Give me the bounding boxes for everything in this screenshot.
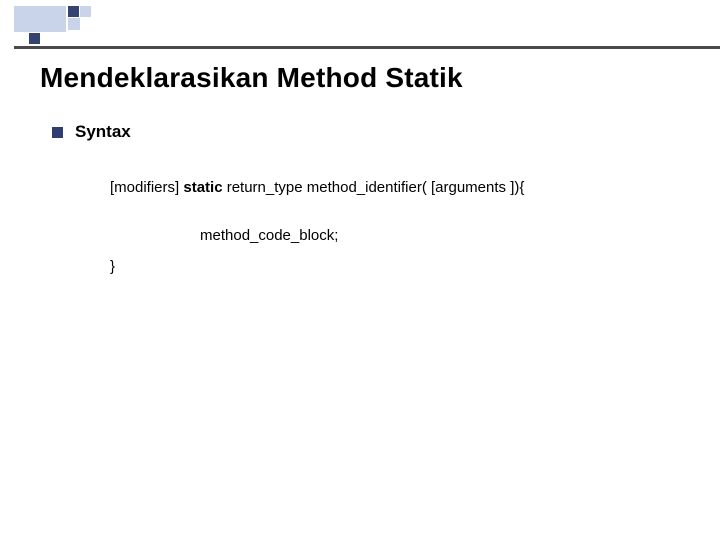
code-text: return_type method_identifier( [argument… [223, 179, 525, 196]
deco-square [14, 6, 40, 32]
deco-square [40, 6, 66, 32]
bullet-item: Syntax [52, 122, 131, 142]
code-text: [modifiers] [110, 179, 183, 196]
horizontal-rule [14, 46, 720, 49]
deco-square-dark [29, 33, 40, 44]
code-line-1: [modifiers] static return_type method_id… [110, 178, 524, 198]
deco-square-dark [68, 6, 79, 17]
code-keyword-static: static [183, 179, 222, 196]
slide-title: Mendeklarasikan Method Statik [40, 62, 463, 94]
bullet-square-icon [52, 127, 63, 138]
syntax-code: [modifiers] static return_type method_id… [110, 178, 524, 277]
deco-square [68, 18, 80, 30]
slide: Mendeklarasikan Method Statik Syntax [mo… [0, 0, 720, 540]
code-line-3: } [110, 257, 524, 277]
bullet-label: Syntax [75, 122, 131, 142]
deco-square [80, 6, 91, 17]
code-line-2: method_code_block; [200, 226, 524, 246]
